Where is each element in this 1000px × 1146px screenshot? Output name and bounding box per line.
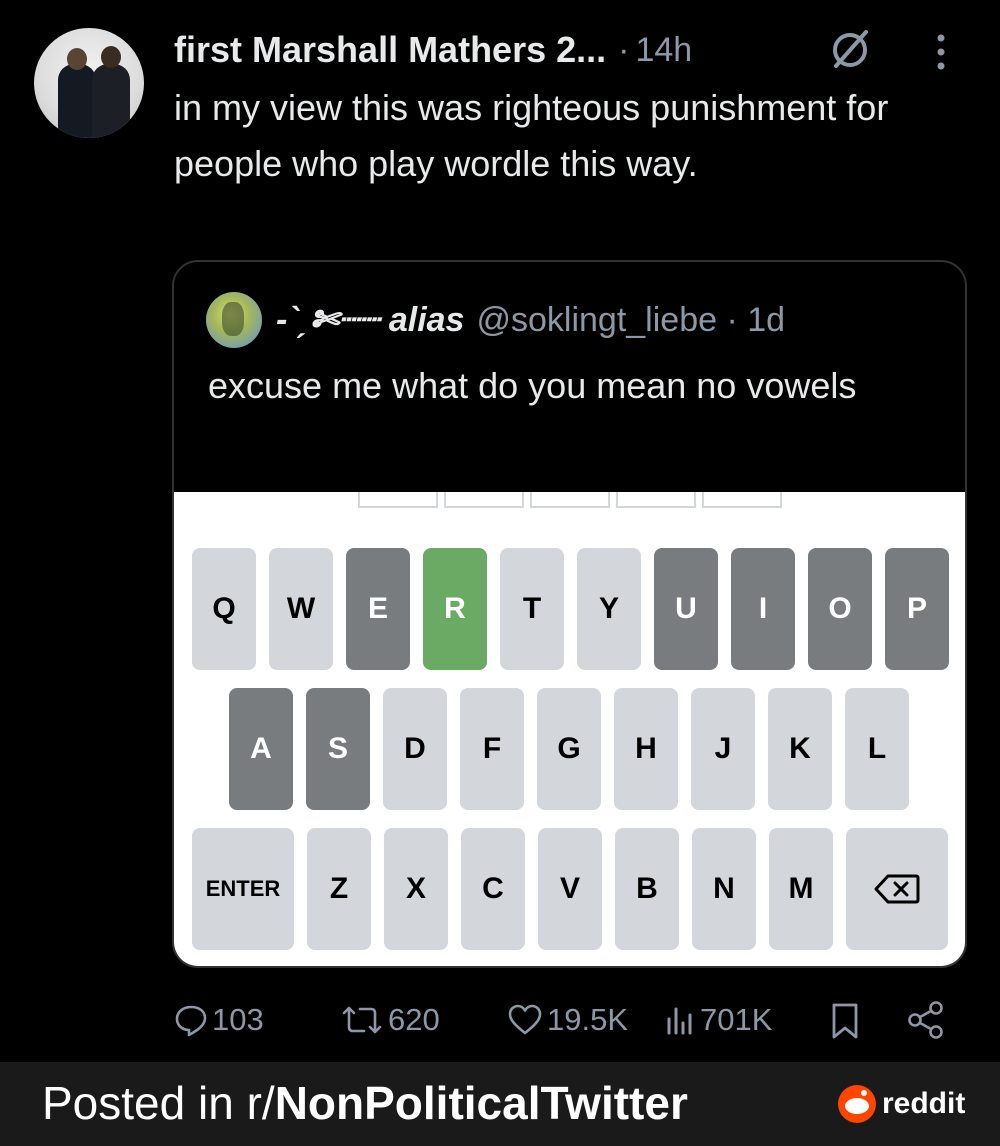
key-w[interactable]: W [269, 548, 333, 670]
board-tile [444, 492, 524, 508]
reply-button[interactable]: 103 [174, 990, 264, 1050]
banner-prefix: Posted in r/ [42, 1077, 275, 1129]
key-r[interactable]: R [423, 548, 487, 670]
bookmark-icon[interactable] [830, 1002, 860, 1040]
reddit-banner: Posted in r/NonPoliticalTwitter reddit [0, 1062, 1000, 1146]
like-icon [508, 1004, 542, 1035]
quoted-tweet[interactable]: -ˋˏ✄┈┈ alias @soklingt_liebe · 1d excuse… [172, 260, 967, 968]
key-s[interactable]: S [306, 688, 370, 810]
reddit-wordmark: reddit [882, 1087, 966, 1120]
key-q[interactable]: Q [192, 548, 256, 670]
reply-count: 103 [212, 1002, 264, 1037]
key-b[interactable]: B [615, 828, 679, 950]
author-avatar[interactable] [34, 28, 144, 138]
key-g[interactable]: G [537, 688, 601, 810]
keyboard-row: ENTER Z X C V B N M [192, 828, 948, 950]
action-bar: 103 620 19.5K 701K [0, 990, 1000, 1050]
key-h[interactable]: H [614, 688, 678, 810]
slashed-circle-icon [833, 30, 868, 68]
timestamp[interactable]: 14h [635, 31, 692, 70]
key-z[interactable]: Z [307, 828, 371, 950]
repost-count: 620 [388, 1002, 440, 1037]
views-count: 701K [700, 1002, 773, 1037]
reply-icon [175, 1005, 207, 1037]
key-u[interactable]: U [654, 548, 718, 670]
views-icon [667, 1007, 692, 1035]
backspace-key[interactable] [846, 828, 948, 950]
tweet-text: in my view this was righteous punishment… [174, 87, 889, 184]
key-n[interactable]: N [692, 828, 756, 950]
tweet-header: first Marshall Mathers 2... · 14h [174, 28, 692, 72]
key-x[interactable]: X [384, 828, 448, 950]
key-j[interactable]: J [691, 688, 755, 810]
avatar-figure [92, 64, 130, 138]
tweet: first Marshall Mathers 2... · 14h in my … [0, 0, 1000, 1062]
separator: · [618, 30, 630, 69]
key-a[interactable]: A [229, 688, 293, 810]
key-d[interactable]: D [383, 688, 447, 810]
quoted-author-avatar [206, 292, 262, 348]
views-button[interactable]: 701K [664, 990, 772, 1050]
key-y[interactable]: Y [577, 548, 641, 670]
quoted-tweet-text: excuse me what do you mean no vowels [208, 365, 857, 406]
reddit-icon [838, 1085, 876, 1123]
key-m[interactable]: M [769, 828, 833, 950]
quoted-tweet-header: -ˋˏ✄┈┈ alias @soklingt_liebe · 1d [206, 292, 785, 348]
backspace-icon [874, 874, 920, 904]
key-p[interactable]: P [885, 548, 949, 670]
key-c[interactable]: C [461, 828, 525, 950]
board-tile [358, 492, 438, 508]
key-t[interactable]: T [500, 548, 564, 670]
wordle-screenshot: QWERTYUIOP ASDFGHJKL ENTER Z X C V B N M [174, 492, 965, 966]
more-vertical-icon[interactable] [932, 32, 950, 72]
board-tile [702, 492, 782, 508]
like-button[interactable]: 19.5K [507, 990, 628, 1050]
repost-button[interactable]: 620 [340, 990, 440, 1050]
author-name[interactable]: first Marshall Mathers 2... [174, 29, 606, 71]
like-count: 19.5K [547, 1002, 629, 1037]
repost-icon [342, 1006, 382, 1034]
key-e[interactable]: E [346, 548, 410, 670]
keyboard-row: QWERTYUIOP [192, 548, 949, 670]
avatar-figure-head [67, 48, 87, 70]
subreddit-name[interactable]: NonPoliticalTwitter [275, 1077, 688, 1129]
quoted-author-name: -ˋˏ✄┈┈ alias [276, 301, 465, 339]
enter-key[interactable]: ENTER [192, 828, 294, 950]
avatar-figure [58, 64, 96, 138]
board-tile [530, 492, 610, 508]
banner-text: Posted in r/NonPoliticalTwitter [42, 1076, 688, 1130]
board-tile [616, 492, 696, 508]
key-l[interactable]: L [845, 688, 909, 810]
key-k[interactable]: K [768, 688, 832, 810]
key-o[interactable]: O [808, 548, 872, 670]
key-f[interactable]: F [460, 688, 524, 810]
reddit-logo: reddit [838, 1084, 965, 1124]
key-v[interactable]: V [538, 828, 602, 950]
keyboard-row: ASDFGHJKL [229, 688, 909, 810]
key-i[interactable]: I [731, 548, 795, 670]
avatar-figure-head [101, 46, 121, 68]
share-icon[interactable] [906, 1000, 946, 1040]
quoted-author-handle: @soklingt_liebe · 1d [476, 300, 786, 339]
